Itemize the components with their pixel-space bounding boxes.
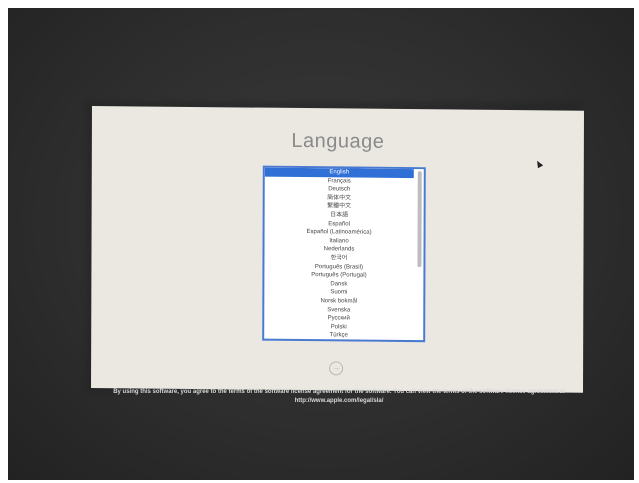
language-list-items: English Français Deutsch 简体中文 繁體中文 日本語 Español… (264, 167, 414, 341)
scrollbar-thumb[interactable] (417, 171, 422, 268)
installer-panel: Language English Français Deutsch 简体中文 繁體中文日… (91, 106, 584, 393)
continue-button[interactable]: → (329, 361, 344, 376)
scrollbar[interactable] (416, 171, 423, 338)
monitor-background: Language English Français Deutsch 简体中文 繁體中文日… (8, 8, 634, 480)
language-option[interactable]: Türkçe (264, 331, 413, 341)
page-title: Language (291, 129, 385, 153)
mouse-pointer-icon (534, 159, 544, 169)
language-list[interactable]: English Français Deutsch 简体中文 繁體中文 日本語 Español… (262, 165, 426, 343)
license-notice: By using this software, you agree to the… (113, 389, 565, 404)
arrow-right-circle-icon: → (331, 362, 341, 373)
